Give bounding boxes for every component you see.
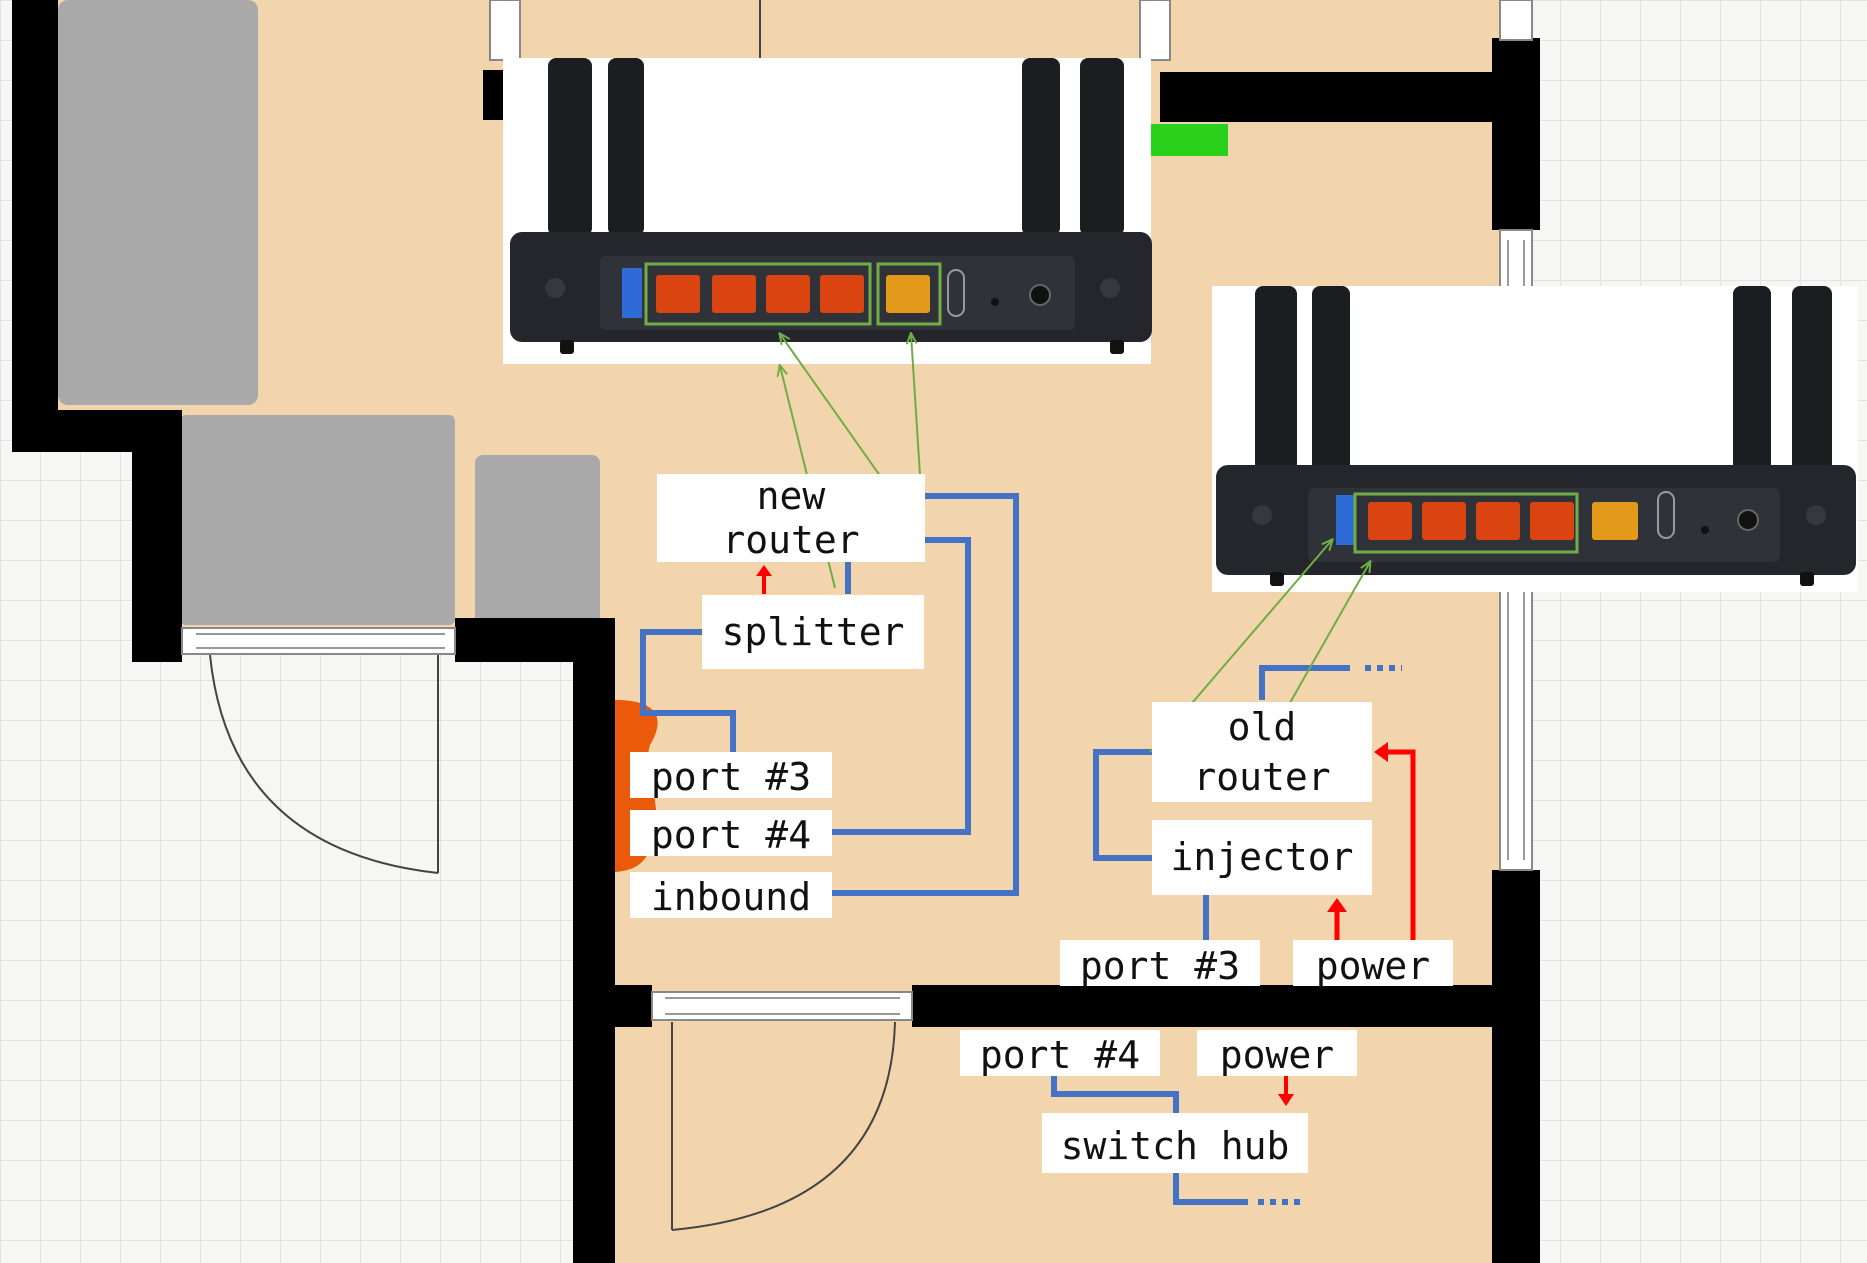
port4-bottom-label: port #4 xyxy=(960,1030,1160,1077)
new-router-label-line1: new xyxy=(756,474,826,518)
port4-left-label: port #4 xyxy=(630,810,832,857)
port3-right-label: port #3 xyxy=(1060,940,1260,988)
new-router-photo xyxy=(503,58,1152,364)
old-router-label-line1: old xyxy=(1227,705,1297,749)
old-router-label: old router xyxy=(1152,702,1372,802)
splitter-label: splitter xyxy=(702,595,924,669)
old-router-label-line2: router xyxy=(1193,755,1331,799)
floor-plan-diagram: new router splitter port #3 port #4 inbo… xyxy=(0,0,1867,1263)
inbound-label: inbound xyxy=(630,872,832,919)
green-marker xyxy=(1150,124,1228,156)
switch-hub-label: switch hub xyxy=(1042,1113,1308,1173)
power-right-label: power xyxy=(1293,940,1453,988)
port3-left-label: port #3 xyxy=(630,752,832,799)
new-router-label-line2: router xyxy=(722,518,860,562)
old-router-photo xyxy=(1212,286,1858,592)
injector-label: injector xyxy=(1152,820,1372,895)
power-bottom-label: power xyxy=(1197,1030,1357,1077)
floor-plan-canvas xyxy=(0,0,1867,1263)
new-router-label: new router xyxy=(657,474,925,562)
